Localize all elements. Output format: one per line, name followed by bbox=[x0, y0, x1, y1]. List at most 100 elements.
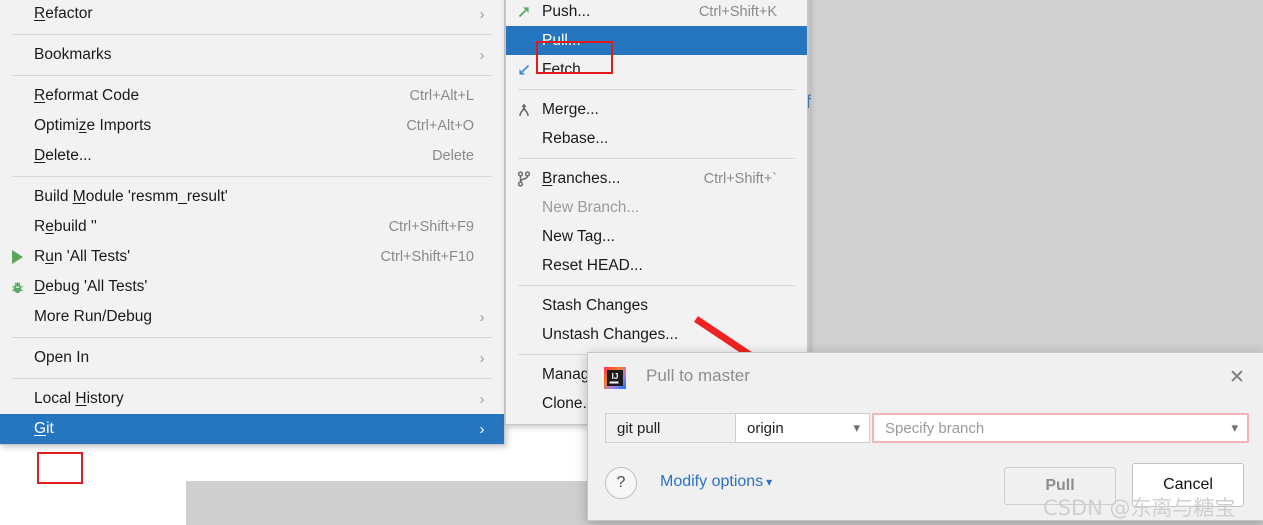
help-button[interactable]: ? bbox=[605, 467, 637, 499]
run-icon bbox=[0, 250, 34, 264]
git-submenu-item-5[interactable]: Branches... Ctrl+Shift+` bbox=[506, 164, 807, 193]
context-menu-item-label: Debug 'All Tests' bbox=[34, 278, 148, 295]
chevron-right-icon: › bbox=[479, 308, 485, 326]
branch-select[interactable]: Specify branch ▾ bbox=[872, 413, 1249, 443]
modify-options-link[interactable]: Modify options ▾ bbox=[660, 473, 772, 491]
branch-select-placeholder: Specify branch bbox=[885, 419, 985, 437]
context-menu-item-9[interactable]: More Run/Debug › bbox=[0, 302, 504, 332]
context-menu-item-shortcut: Ctrl+Alt+L bbox=[409, 88, 474, 104]
dialog-title-bar: IJ Pull to master ✕ bbox=[588, 353, 1263, 401]
git-submenu-item-label: Fetch bbox=[542, 60, 581, 78]
menu-separator bbox=[12, 75, 492, 76]
menu-separator bbox=[518, 285, 795, 286]
context-menu-item-label: Bookmarks bbox=[34, 46, 112, 63]
git-submenu-item-10[interactable]: Unstash Changes... bbox=[506, 320, 807, 349]
context-menu-item-5[interactable]: Build Module 'resmm_result' bbox=[0, 182, 504, 212]
context-menu-item-label: Delete... bbox=[34, 147, 92, 164]
git-submenu-item-9[interactable]: Stash Changes bbox=[506, 291, 807, 320]
context-menu-item-label: Open In bbox=[34, 349, 90, 366]
dialog-title: Pull to master bbox=[646, 366, 750, 385]
context-menu-item-label: Run 'All Tests' bbox=[34, 248, 131, 265]
git-submenu-item-label: Pull... bbox=[542, 31, 581, 49]
context-menu-item-label: Git bbox=[34, 420, 54, 437]
git-pull-command-label: git pull bbox=[605, 413, 735, 443]
context-menu-item-7[interactable]: Run 'All Tests' Ctrl+Shift+F10 bbox=[0, 242, 504, 272]
context-menu-item-0[interactable]: Refactor › bbox=[0, 0, 504, 29]
context-menu-item-shortcut: Ctrl+Shift+F10 bbox=[380, 249, 475, 265]
menu-separator bbox=[12, 337, 492, 338]
pull-command-row: git pull origin ▾ Specify branch ▾ bbox=[605, 413, 1249, 443]
merge-icon bbox=[519, 103, 529, 116]
context-menu-item-6[interactable]: Rebuild '' Ctrl+Shift+F9 bbox=[0, 212, 504, 242]
context-menu-item-shortcut: Ctrl+Shift+F9 bbox=[388, 219, 474, 235]
context-menu-item-8[interactable]: Debug 'All Tests' bbox=[0, 272, 504, 302]
git-submenu-item-label: Reset HEAD... bbox=[542, 256, 643, 274]
intellij-idea-icon: IJ bbox=[604, 367, 626, 389]
context-menu-item-shortcut: Delete bbox=[432, 148, 474, 164]
chevron-right-icon: › bbox=[479, 349, 485, 367]
git-submenu-item-label: Rebase... bbox=[542, 129, 609, 147]
context-menu-item-label: Rebuild '' bbox=[34, 218, 97, 235]
chevron-down-icon: ▾ bbox=[1231, 420, 1238, 435]
menu-separator bbox=[518, 158, 795, 159]
chevron-down-icon: ▾ bbox=[766, 475, 773, 489]
debug-icon bbox=[11, 281, 23, 293]
git-submenu-item-3[interactable]: Merge... bbox=[506, 95, 807, 124]
context-menu-item-11[interactable]: Local History › bbox=[0, 384, 504, 414]
git-submenu-item-4[interactable]: Rebase... bbox=[506, 124, 807, 153]
context-menu-item-2[interactable]: Reformat Code Ctrl+Alt+L bbox=[0, 81, 504, 111]
git-submenu-item-shortcut: Ctrl+Shift+` bbox=[703, 170, 777, 187]
git-submenu-item-label: New Tag... bbox=[542, 227, 615, 245]
context-menu-item-10[interactable]: Open In › bbox=[0, 343, 504, 373]
chevron-right-icon: › bbox=[479, 420, 485, 438]
modify-options-label: Modify options bbox=[660, 473, 764, 490]
context-menu-item-label: Reformat Code bbox=[34, 87, 140, 104]
git-submenu-item-label: Branches... bbox=[542, 169, 621, 187]
watermark-text: CSDN @东离与糖宝 bbox=[1043, 496, 1236, 520]
push-arrow-icon bbox=[506, 4, 542, 20]
merge-icon bbox=[506, 102, 542, 118]
git-submenu-item-label: Push... bbox=[542, 2, 591, 20]
chevron-right-icon: › bbox=[479, 5, 485, 23]
menu-separator bbox=[12, 176, 492, 177]
context-menu-item-3[interactable]: Optimize Imports Ctrl+Alt+O bbox=[0, 111, 504, 141]
svg-text:IJ: IJ bbox=[612, 372, 619, 381]
context-menu-item-12[interactable]: Git › bbox=[0, 414, 504, 444]
branch-icon bbox=[517, 170, 531, 187]
menu-separator bbox=[12, 34, 492, 35]
context-menu-item-4[interactable]: Delete... Delete bbox=[0, 141, 504, 171]
git-submenu-item-8[interactable]: Reset HEAD... bbox=[506, 251, 807, 280]
context-menu-item-label: Local History bbox=[34, 390, 124, 407]
menu-separator bbox=[12, 378, 492, 379]
git-submenu-item-7[interactable]: New Tag... bbox=[506, 222, 807, 251]
chevron-right-icon: › bbox=[479, 46, 485, 64]
git-submenu-item-label: Unstash Changes... bbox=[542, 325, 679, 343]
remote-select-value: origin bbox=[747, 419, 784, 437]
debug-icon bbox=[0, 280, 34, 295]
context-menu-item-label: More Run/Debug bbox=[34, 308, 153, 325]
git-submenu-item-1[interactable]: Pull... bbox=[506, 26, 807, 55]
context-menu-item-1[interactable]: Bookmarks › bbox=[0, 40, 504, 70]
context-menu-item-label: Optimize Imports bbox=[34, 117, 152, 134]
fetch-arrow-icon bbox=[506, 62, 542, 78]
git-submenu-item-2[interactable]: Fetch bbox=[506, 55, 807, 84]
git-submenu-item-shortcut: Ctrl+Shift+K bbox=[698, 3, 777, 20]
remote-select[interactable]: origin ▾ bbox=[735, 413, 870, 443]
git-submenu-item-label: Stash Changes bbox=[542, 296, 648, 314]
branch-icon bbox=[506, 170, 542, 187]
fetch-arrow-icon bbox=[519, 64, 530, 75]
run-icon bbox=[11, 250, 23, 264]
menu-separator bbox=[518, 89, 795, 90]
chevron-down-icon: ▾ bbox=[853, 420, 860, 435]
context-menu-item-label: Build Module 'resmm_result' bbox=[34, 188, 228, 205]
git-submenu-item-0[interactable]: Push... Ctrl+Shift+K bbox=[506, 0, 807, 26]
context-menu-item-label: Refactor bbox=[34, 5, 93, 22]
ide-bottom-left-panel bbox=[0, 481, 186, 525]
git-submenu-item-label: New Branch... bbox=[542, 198, 640, 216]
context-menu-item-shortcut: Ctrl+Alt+O bbox=[406, 118, 474, 134]
close-icon[interactable]: ✕ bbox=[1224, 364, 1250, 390]
git-submenu-item-label: Merge... bbox=[542, 100, 599, 118]
push-arrow-icon bbox=[518, 6, 529, 17]
context-menu[interactable]: Refactor › Bookmarks › Reformat Code Ctrl+Alt… bbox=[0, 0, 505, 445]
git-submenu-item-6[interactable]: New Branch... bbox=[506, 193, 807, 222]
